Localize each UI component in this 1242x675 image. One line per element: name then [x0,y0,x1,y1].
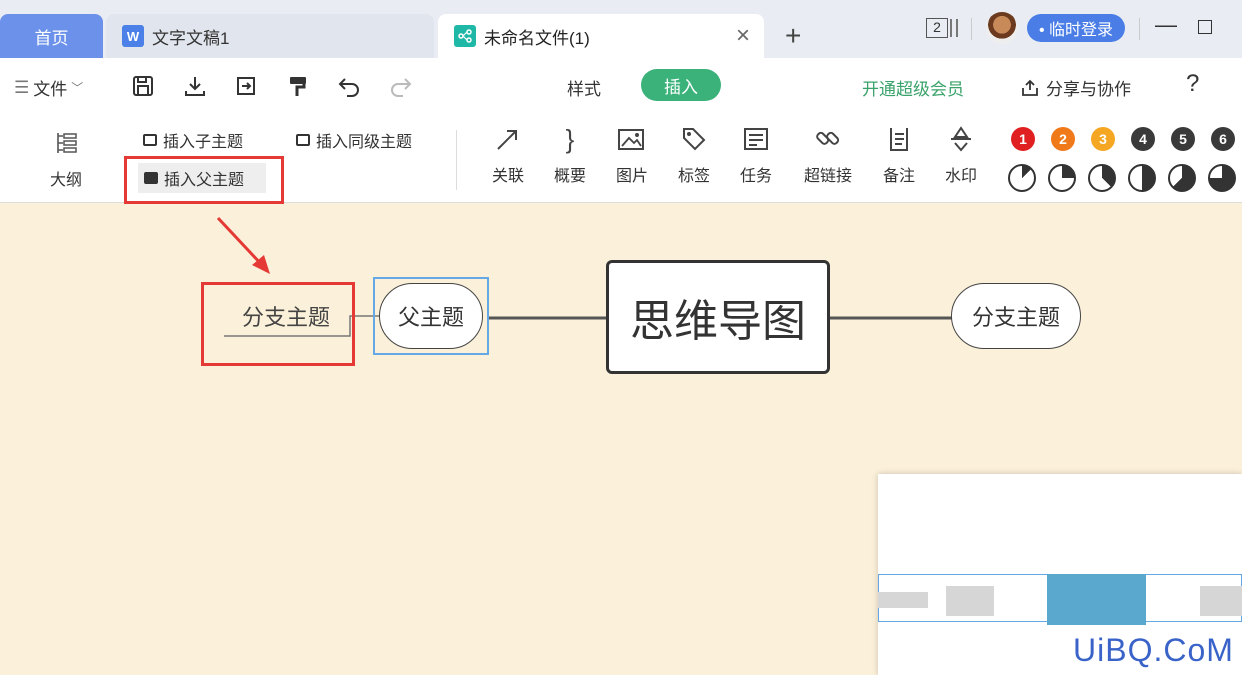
minimap-block [878,592,928,608]
share-collaborate-button[interactable]: 分享与协作 [1020,75,1131,100]
watermark-button[interactable]: 水印 [931,122,991,186]
redo-icon[interactable] [389,74,413,98]
summary-button[interactable]: } 概要 [540,122,600,186]
highlight-branch-topic [201,282,355,366]
upgrade-vip-link[interactable]: 开通超级会员 [862,75,964,100]
child-topic-icon [143,134,157,146]
progress-1-icon[interactable] [1008,164,1036,192]
chevron-down-icon: ﹀ [71,81,84,95]
download-icon[interactable] [183,74,207,98]
maximize-icon[interactable] [1198,20,1212,34]
tab-home-label: 首页 [34,28,69,48]
avatar[interactable] [986,12,1018,44]
mindmap-file-icon [454,25,476,47]
minimap-block [1200,586,1242,616]
note-icon [869,122,929,156]
file-menu-button[interactable]: ☰ 文件 ﹀ [14,75,83,100]
minimap-central-block [1047,574,1146,625]
relation-arrow-icon [478,122,538,156]
writer-doc-icon: W [122,25,144,47]
tag-button[interactable]: 标签 [664,122,724,186]
image-label: 图片 [615,168,648,185]
save-icon[interactable] [131,74,155,98]
divider [1139,18,1140,40]
note-label: 备注 [882,168,915,185]
priority-1-icon[interactable]: 1 [1011,127,1035,151]
relation-label: 关联 [491,168,524,185]
menu-icon: ☰ [14,77,30,97]
link-icon [798,122,858,156]
insert-sibling-topic-button[interactable]: 插入同级主题 [296,128,412,152]
share-icon [1022,79,1038,96]
tab-mindmap-file[interactable]: 未命名文件(1) × [438,14,764,58]
priority-5-icon[interactable]: 5 [1171,127,1195,151]
summary-label: 概要 [553,168,586,185]
outline-label: 大纲 [49,172,82,189]
tag-icon [664,122,724,156]
undo-icon[interactable] [337,74,361,98]
format-painter-icon[interactable] [286,74,310,98]
central-topic[interactable]: 思维导图 [606,260,830,374]
tab-style[interactable]: 样式 [567,75,601,100]
insert-sibling-label: 插入同级主题 [316,134,413,151]
image-button[interactable]: 图片 [602,122,662,186]
priority-2-icon[interactable]: 2 [1051,127,1075,151]
title-bar: 首页 W 文字文稿1 未命名文件(1) × + 2 • 临时登录 — [0,0,1242,58]
close-tab-icon[interactable]: × [736,22,750,50]
progress-3-icon[interactable] [1088,164,1116,192]
help-icon[interactable]: ? [1186,70,1199,98]
priority-6-icon[interactable]: 6 [1211,127,1235,151]
note-button[interactable]: 备注 [869,122,929,186]
minimize-icon[interactable]: — [1155,12,1177,38]
insert-child-label: 插入子主题 [163,134,244,151]
tab-home[interactable]: 首页 [0,14,103,58]
watermark-icon [931,122,991,156]
tag-label: 标签 [677,168,710,185]
divider [971,18,972,40]
divider [456,130,457,190]
tab-list-icon[interactable] [950,19,958,37]
hyperlink-label: 超链接 [803,168,852,185]
task-icon [726,122,786,156]
annotation-arrow-line [216,216,264,267]
progress-4-icon[interactable] [1128,164,1156,192]
relation-button[interactable]: 关联 [478,122,538,186]
share-label: 分享与协作 [1046,80,1131,99]
sibling-topic-icon [296,134,310,146]
branch-topic-right[interactable]: 分支主题 [951,283,1081,349]
tab-doc-label: 文字文稿1 [152,28,230,48]
hyperlink-button[interactable]: 超链接 [798,122,858,186]
outline-icon [36,126,96,160]
task-button[interactable]: 任务 [726,122,786,186]
image-icon [602,122,662,156]
task-label: 任务 [739,168,772,185]
minimap-block [946,586,994,616]
temporary-login-button[interactable]: • 临时登录 [1027,14,1125,42]
parent-topic[interactable]: 父主题 [379,283,483,349]
watermark-label: 水印 [944,168,977,185]
tab-count-badge[interactable]: 2 [926,18,948,38]
file-menu-label: 文件 [33,80,68,99]
progress-6-icon[interactable] [1208,164,1236,192]
outline-button[interactable]: 大纲 [36,126,96,190]
highlight-insert-parent [124,156,284,204]
priority-3-icon[interactable]: 3 [1091,127,1115,151]
new-tab-plus-icon[interactable]: + [785,20,801,52]
insert-child-topic-button[interactable]: 插入子主题 [143,128,243,152]
tab-text-document[interactable]: W 文字文稿1 [106,14,434,58]
site-watermark: UiBQ.CoM [1073,632,1234,668]
export-icon[interactable] [234,74,258,98]
tab-mind-label: 未命名文件(1) [484,28,590,48]
tab-insert[interactable]: 插入 [641,69,721,101]
progress-5-icon[interactable] [1168,164,1196,192]
priority-4-icon[interactable]: 4 [1131,127,1155,151]
progress-2-icon[interactable] [1048,164,1076,192]
summary-brace-icon: } [565,123,575,154]
